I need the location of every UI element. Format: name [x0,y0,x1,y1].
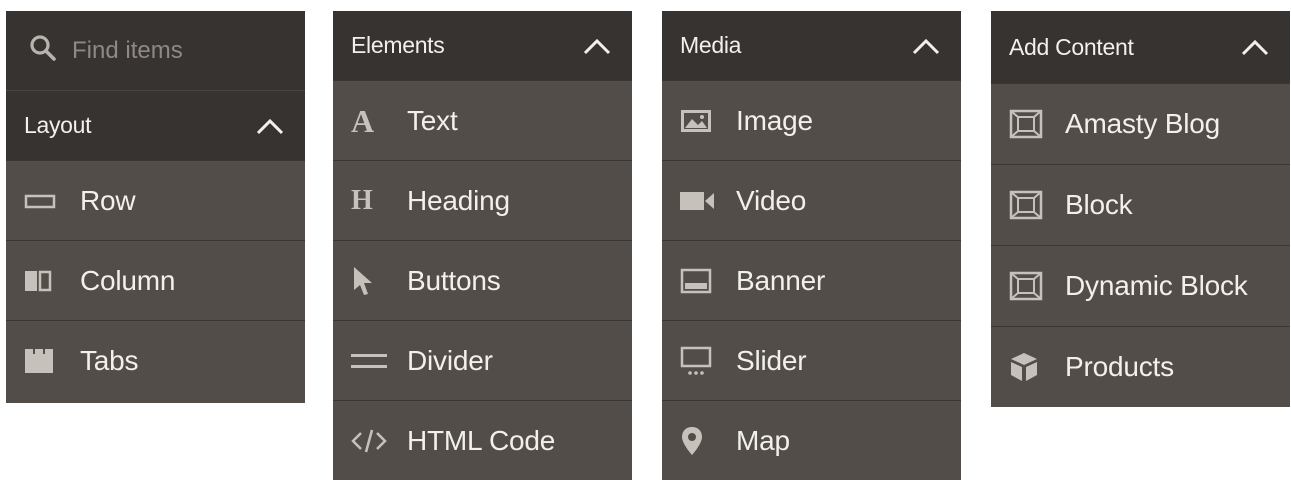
elements-panel: Elements A Text H Heading Buttons Divide… [333,11,632,480]
add-content-item-label: Dynamic Block [1065,270,1248,301]
code-icon [351,426,389,456]
image-icon [680,106,718,136]
chevron-up-icon[interactable] [1240,37,1270,57]
add-content-item-label: Products [1065,351,1174,382]
column-icon [24,266,62,296]
media-item-label: Map [736,424,790,456]
media-item-image[interactable]: Image [662,80,961,160]
media-item-video[interactable]: Video [662,160,961,240]
elements-item-buttons[interactable]: Buttons [333,240,632,320]
layout-item-label: Tabs [80,344,139,376]
row-icon [24,186,62,216]
media-panel: Media Image Video Banner Slider Map [662,11,961,480]
elements-header[interactable]: Elements [333,11,632,80]
add-content-title: Add Content [1009,33,1134,60]
block-icon [1009,271,1047,301]
add-content-panel: Add Content Amasty Blog Block Dynamic Bl… [991,11,1290,407]
text-icon: A [351,102,374,139]
media-item-label: Banner [736,264,826,296]
layout-item-column[interactable]: Column [6,240,305,320]
search-input[interactable] [70,35,274,66]
media-item-map[interactable]: Map [662,400,961,480]
media-item-label: Image [736,104,813,136]
banner-icon [680,266,718,296]
elements-item-label: Text [407,104,458,136]
chevron-up-icon[interactable] [255,116,285,136]
tabs-icon [24,346,62,376]
chevron-up-icon[interactable] [911,36,941,56]
layout-item-label: Row [80,184,136,216]
divider-icon [351,346,389,376]
elements-item-label: HTML Code [407,424,556,456]
block-icon [1009,190,1047,220]
elements-item-heading[interactable]: H Heading [333,160,632,240]
pointer-icon [351,266,389,296]
video-icon [680,186,718,216]
elements-item-label: Divider [407,344,493,376]
layout-title: Layout [24,112,92,138]
media-header[interactable]: Media [662,11,961,80]
add-content-item-products[interactable]: Products [991,326,1290,407]
layout-header[interactable]: Layout [6,91,305,160]
media-item-label: Slider [736,344,807,376]
box-icon [1009,352,1047,382]
elements-title: Elements [351,32,445,58]
add-content-item-block[interactable]: Block [991,164,1290,245]
media-title: Media [680,32,742,58]
add-content-item-label: Block [1065,189,1133,220]
media-item-banner[interactable]: Banner [662,240,961,320]
search-icon [28,33,58,68]
elements-item-divider[interactable]: Divider [333,320,632,400]
layout-item-tabs[interactable]: Tabs [6,320,305,400]
add-content-header[interactable]: Add Content [991,11,1290,83]
media-item-label: Video [736,184,807,216]
heading-icon: H [351,184,373,216]
media-item-slider[interactable]: Slider [662,320,961,400]
layout-item-label: Column [80,264,176,296]
elements-item-label: Heading [407,184,510,216]
map-pin-icon [680,426,718,456]
add-content-item-label: Amasty Blog [1065,108,1220,139]
layout-panel: Layout Row Column Tabs [6,11,305,403]
add-content-item-dynamic-block[interactable]: Dynamic Block [991,245,1290,326]
chevron-up-icon[interactable] [582,36,612,56]
add-content-item-amasty-blog[interactable]: Amasty Blog [991,83,1290,164]
elements-item-text[interactable]: A Text [333,80,632,160]
search-bar [6,11,305,91]
elements-item-html-code[interactable]: HTML Code [333,400,632,480]
layout-item-row[interactable]: Row [6,160,305,240]
slider-icon [680,346,718,376]
block-icon [1009,109,1047,139]
elements-item-label: Buttons [407,264,501,296]
